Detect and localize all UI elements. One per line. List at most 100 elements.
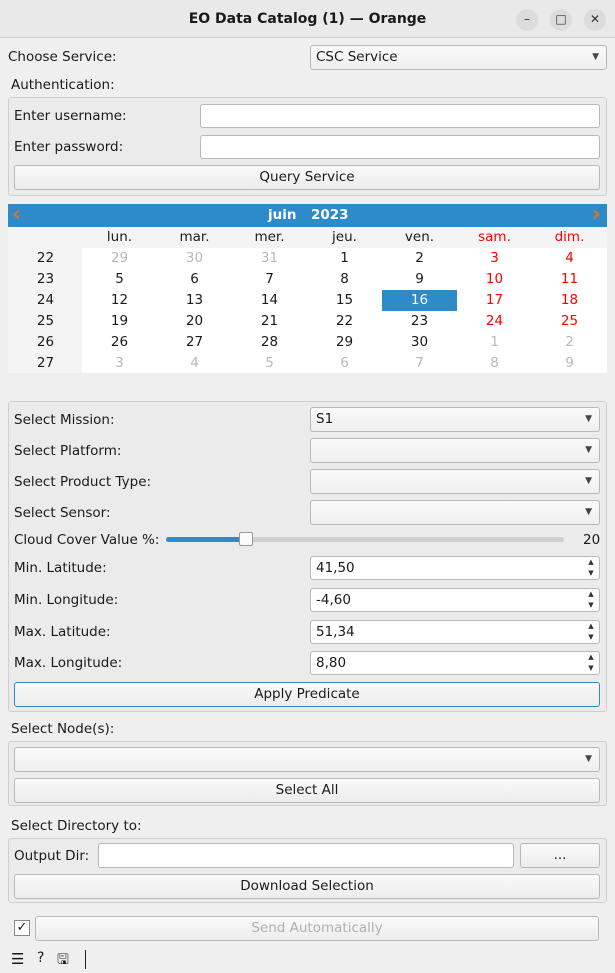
calendar-day[interactable]: 28: [232, 332, 307, 353]
calendar-day[interactable]: 7: [232, 269, 307, 290]
day-name-header: mer.: [254, 229, 285, 245]
calendar-day[interactable]: 2: [532, 332, 607, 353]
cloud-cover-slider[interactable]: [166, 532, 564, 546]
calendar-day[interactable]: 24: [457, 311, 532, 332]
calendar-day[interactable]: 12: [82, 290, 157, 311]
month-selector[interactable]: juin: [268, 207, 296, 223]
spin-up-icon[interactable]: ▲: [585, 589, 597, 600]
calendar-day[interactable]: 18: [532, 290, 607, 311]
max-lat-spinbox[interactable]: 51,34 ▲ ▼: [310, 620, 600, 644]
next-month-icon[interactable]: ›: [592, 202, 601, 227]
calendar-day[interactable]: 3: [457, 248, 532, 269]
save-icon[interactable]: 🖫: [57, 949, 69, 973]
calendar-day[interactable]: 16: [382, 290, 457, 311]
calendar: lun. mar. mer. jeu. ven. sam. dim. 22 23 24 25 26 27…: [8, 227, 607, 373]
maximize-button[interactable]: □: [550, 9, 572, 31]
max-lon-value: 8,80: [316, 655, 347, 671]
min-lon-spinbox[interactable]: -4,60 ▲ ▼: [310, 588, 600, 612]
platform-label: Select Platform:: [14, 443, 122, 459]
select-all-button[interactable]: Select All: [14, 778, 600, 803]
calendar-day[interactable]: 4: [532, 248, 607, 269]
calendar-day[interactable]: 23: [382, 311, 457, 332]
calendar-day[interactable]: 8: [307, 269, 382, 290]
min-lat-label: Min. Latitude:: [14, 560, 107, 576]
calendar-day[interactable]: 7: [382, 353, 457, 374]
calendar-day[interactable]: 11: [532, 269, 607, 290]
calendar-day[interactable]: 30: [157, 248, 232, 269]
help-icon[interactable]: ?: [37, 950, 44, 966]
spin-down-icon[interactable]: ▼: [585, 632, 597, 643]
calendar-day[interactable]: 25: [532, 311, 607, 332]
product-type-combo[interactable]: ▼: [310, 469, 600, 494]
nodes-label: Select Node(s):: [11, 721, 115, 737]
calendar-day[interactable]: 8: [457, 353, 532, 374]
day-name-header: mar.: [179, 229, 210, 245]
spin-up-icon[interactable]: ▲: [585, 557, 597, 568]
calendar-day[interactable]: 9: [382, 269, 457, 290]
send-auto-checkbox[interactable]: ✓: [14, 920, 30, 936]
calendar-day[interactable]: 13: [157, 290, 232, 311]
calendar-day[interactable]: 31: [232, 248, 307, 269]
calendar-day[interactable]: 21: [232, 311, 307, 332]
spin-down-icon[interactable]: ▼: [585, 663, 597, 674]
slider-handle[interactable]: [238, 532, 253, 546]
query-service-button[interactable]: Query Service: [14, 165, 600, 190]
calendar-day[interactable]: 2: [382, 248, 457, 269]
chevron-down-icon: ▼: [585, 507, 592, 517]
cloud-cover-label: Cloud Cover Value %:: [14, 532, 160, 548]
username-input[interactable]: [200, 104, 600, 128]
calendar-day[interactable]: 29: [307, 332, 382, 353]
mission-combo[interactable]: S1 ▼: [310, 407, 600, 432]
mission-value: S1: [316, 411, 334, 427]
calendar-day[interactable]: 10: [457, 269, 532, 290]
year-selector[interactable]: 2023: [311, 207, 349, 223]
week-number: 23: [36, 271, 55, 287]
output-dir-input[interactable]: [98, 843, 514, 868]
calendar-day[interactable]: 29: [82, 248, 157, 269]
calendar-day[interactable]: 4: [157, 353, 232, 374]
download-selection-button[interactable]: Download Selection: [14, 874, 600, 899]
calendar-day[interactable]: 6: [307, 353, 382, 374]
chevron-down-icon: ▼: [585, 754, 592, 764]
calendar-day[interactable]: 30: [382, 332, 457, 353]
product-label: Select Product Type:: [14, 474, 152, 490]
calendar-day[interactable]: 1: [457, 332, 532, 353]
calendar-day[interactable]: 14: [232, 290, 307, 311]
nodes-combo[interactable]: ▼: [14, 747, 600, 772]
prev-month-icon[interactable]: ‹: [12, 202, 21, 227]
calendar-day[interactable]: 20: [157, 311, 232, 332]
apply-predicate-button[interactable]: Apply Predicate: [14, 682, 600, 707]
calendar-header: ‹ › juin 2023: [8, 202, 607, 227]
calendar-day[interactable]: 1: [307, 248, 382, 269]
slider-fill: [166, 537, 246, 542]
calendar-day[interactable]: 15: [307, 290, 382, 311]
calendar-day[interactable]: 3: [82, 353, 157, 374]
close-button[interactable]: ✕: [584, 9, 606, 31]
calendar-day[interactable]: 9: [532, 353, 607, 374]
platform-combo[interactable]: ▼: [310, 438, 600, 463]
calendar-day[interactable]: 19: [82, 311, 157, 332]
calendar-day[interactable]: 26: [82, 332, 157, 353]
calendar-day[interactable]: 5: [232, 353, 307, 374]
send-automatically-button[interactable]: Send Automatically: [35, 916, 599, 941]
browse-button[interactable]: ...: [520, 843, 600, 868]
spin-up-icon[interactable]: ▲: [585, 621, 597, 632]
menu-icon[interactable]: ☰: [11, 950, 24, 968]
sensor-combo[interactable]: ▼: [310, 500, 600, 525]
service-combo[interactable]: CSC Service ▼: [310, 45, 607, 70]
calendar-day[interactable]: 6: [157, 269, 232, 290]
minimize-button[interactable]: –: [516, 9, 538, 31]
calendar-day[interactable]: 17: [457, 290, 532, 311]
directory-label: Select Directory to:: [11, 818, 142, 834]
spin-up-icon[interactable]: ▲: [585, 652, 597, 663]
calendar-day[interactable]: 5: [82, 269, 157, 290]
min-lon-label: Min. Longitude:: [14, 592, 119, 608]
week-number: 24: [36, 292, 55, 308]
spin-down-icon[interactable]: ▼: [585, 568, 597, 579]
calendar-day[interactable]: 27: [157, 332, 232, 353]
max-lon-spinbox[interactable]: 8,80 ▲ ▼: [310, 651, 600, 675]
spin-down-icon[interactable]: ▼: [585, 600, 597, 611]
password-input[interactable]: [200, 135, 600, 159]
calendar-day[interactable]: 22: [307, 311, 382, 332]
min-lat-spinbox[interactable]: 41,50 ▲ ▼: [310, 556, 600, 580]
